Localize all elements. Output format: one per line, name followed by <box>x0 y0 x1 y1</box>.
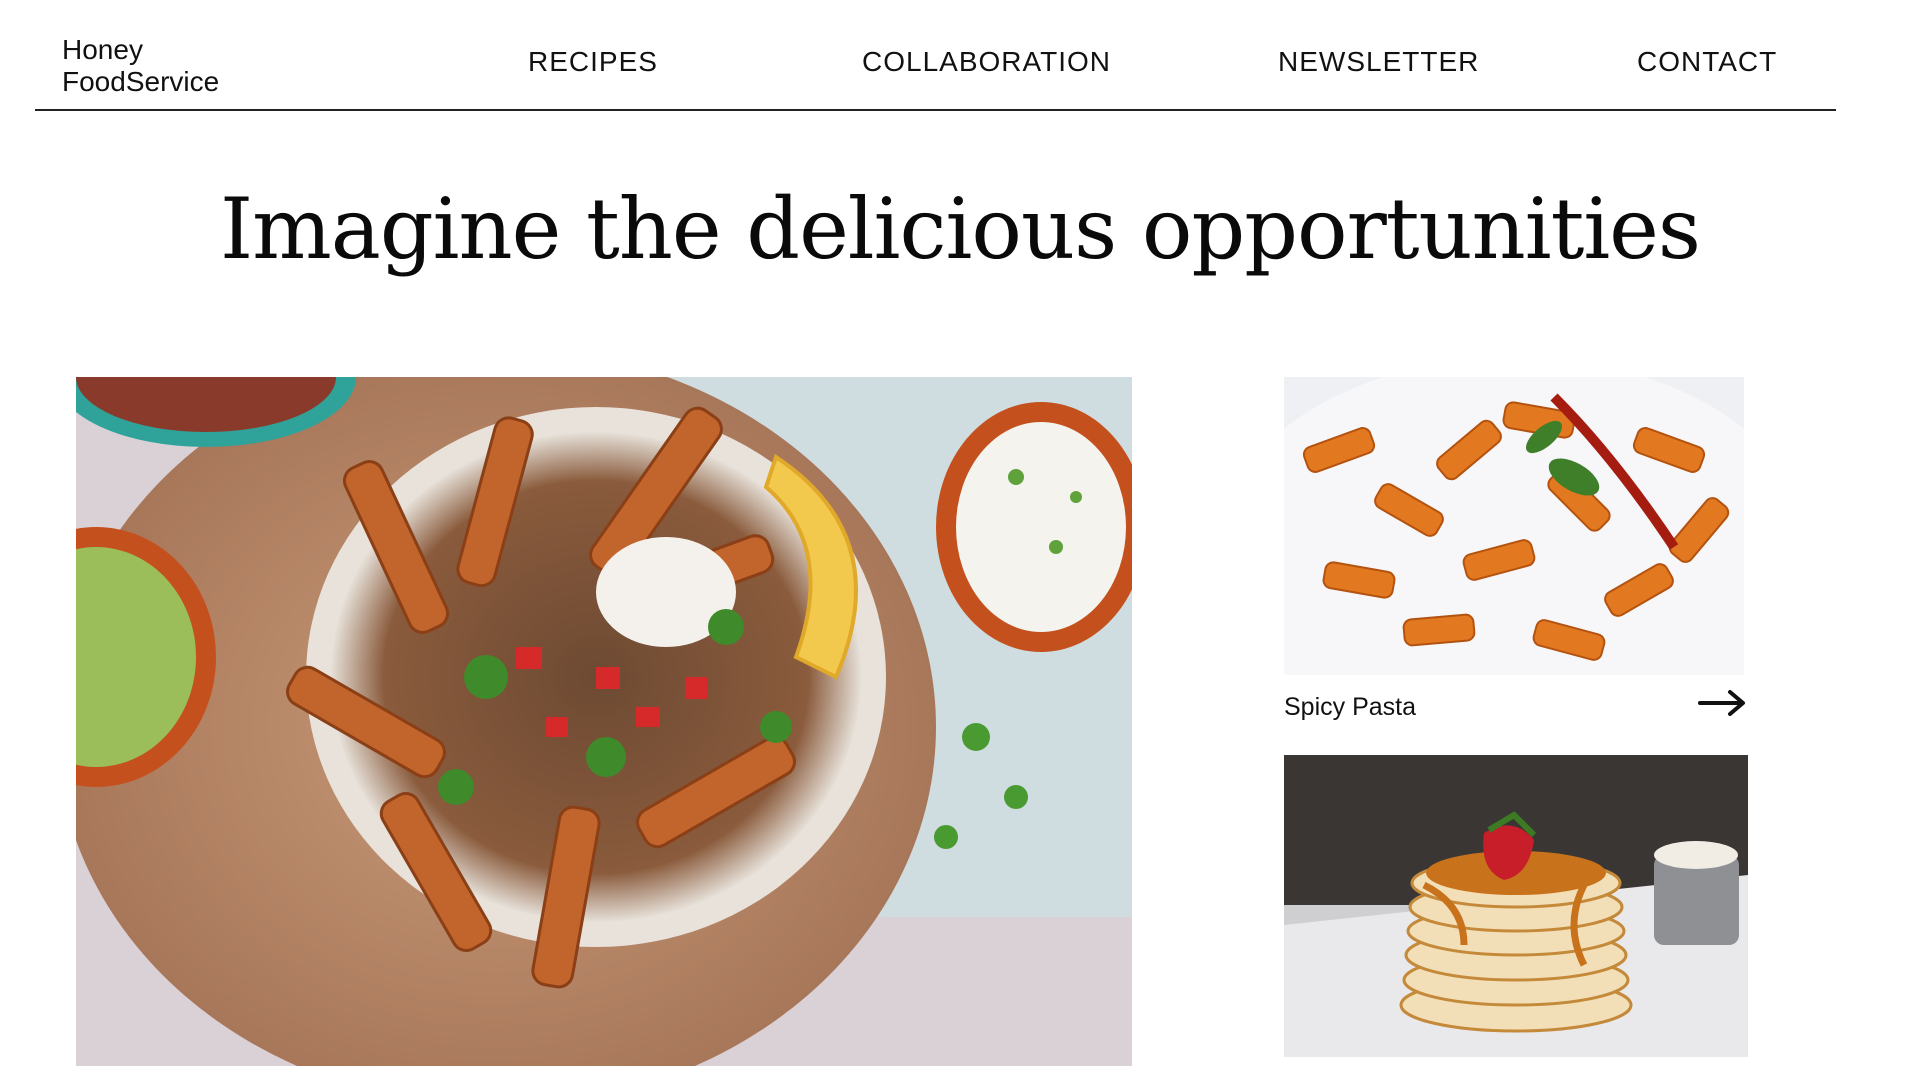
nav-recipes[interactable]: RECIPES <box>528 46 658 78</box>
spicy-pasta-label[interactable]: Spicy Pasta <box>1284 693 1416 722</box>
pancake-stack-image[interactable] <box>1284 755 1748 1057</box>
brand-line-2: FoodService <box>62 66 220 97</box>
arrow-right-icon[interactable] <box>1698 688 1748 718</box>
brand-logo[interactable]: Honey FoodService <box>62 34 219 98</box>
nav-newsletter[interactable]: NEWSLETTER <box>1278 46 1479 78</box>
hero-title: Imagine the delicious opportunities <box>219 180 1701 278</box>
header-divider <box>35 109 1836 111</box>
spicy-pasta-image[interactable] <box>1284 377 1744 675</box>
brand-line-1: Honey <box>62 34 143 65</box>
main-food-image <box>76 377 1132 1066</box>
nav-contact[interactable]: CONTACT <box>1637 46 1777 78</box>
nav-collaboration[interactable]: COLLABORATION <box>862 46 1111 78</box>
